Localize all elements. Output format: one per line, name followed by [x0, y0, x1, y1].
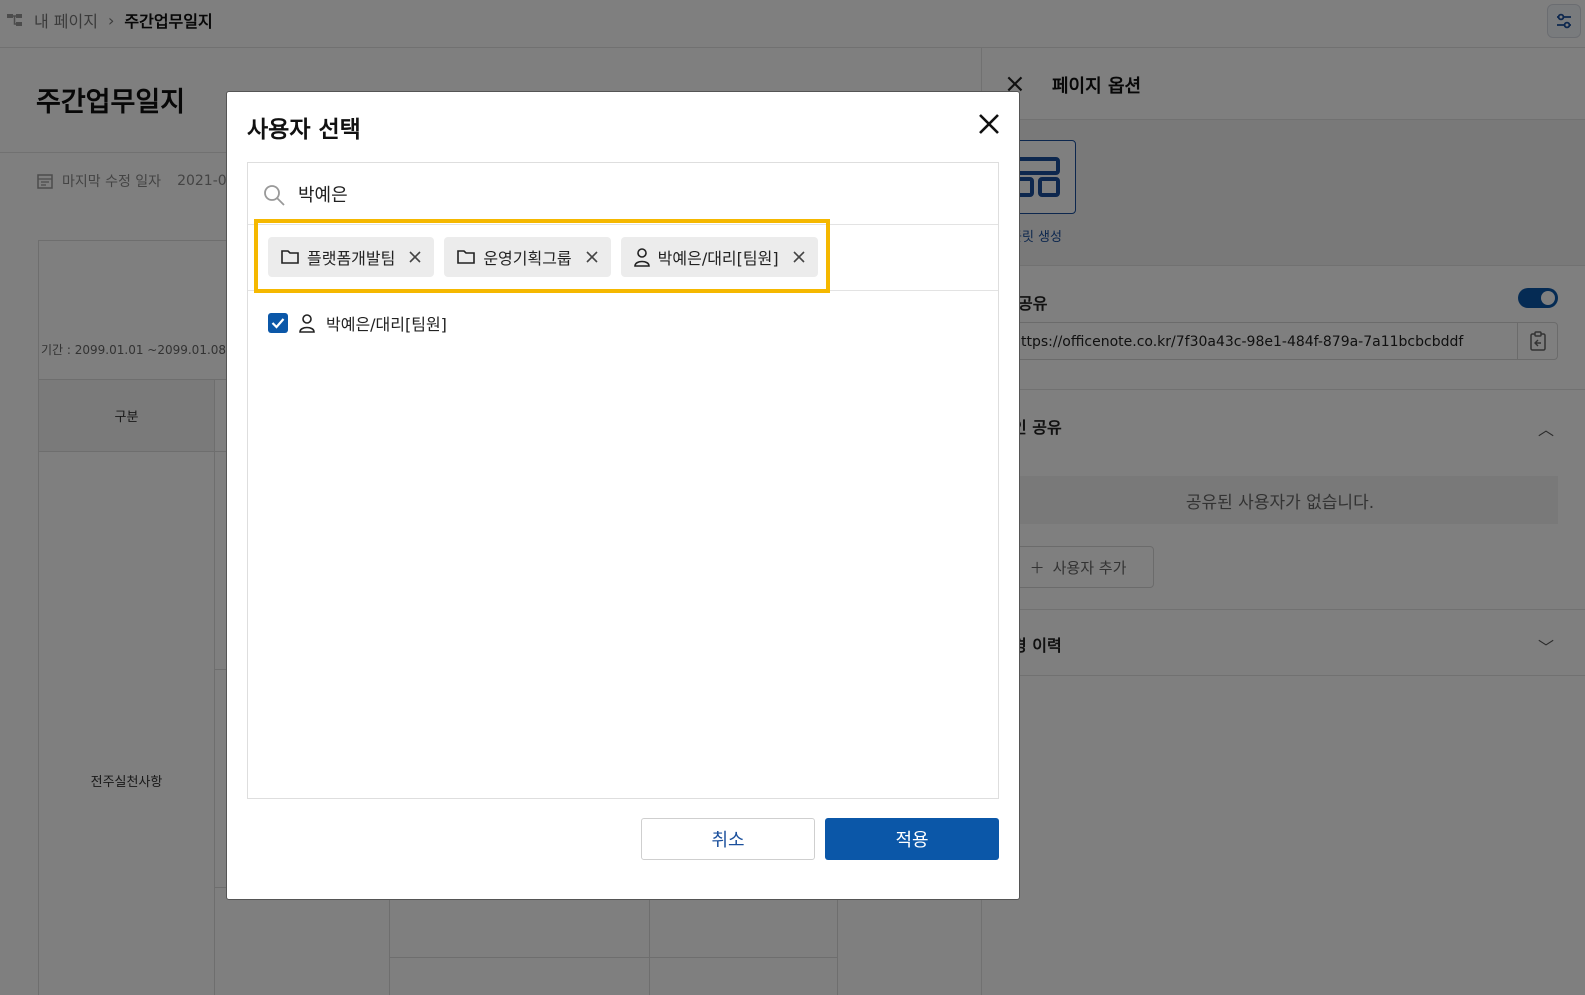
chip-label: 박예은/대리[팀원]	[657, 249, 779, 268]
chip-folder: 플랫폼개발팀	[268, 237, 435, 277]
remove-chip-icon[interactable]	[792, 250, 806, 264]
search-icon	[264, 185, 285, 206]
result-label: 박예은/대리[팀원]	[326, 315, 447, 334]
selected-chips-row: 플랫폼개발팀 운영기획그룹 박예은/대리[팀원]	[248, 219, 998, 293]
selected-chips: 플랫폼개발팀 운영기획그룹 박예은/대리[팀원]	[268, 237, 818, 277]
folder-icon	[457, 250, 476, 264]
chip-label: 운영기획그룹	[483, 249, 572, 268]
chip-person: 박예은/대리[팀원]	[620, 237, 818, 277]
remove-chip-icon[interactable]	[585, 250, 599, 264]
close-icon[interactable]	[977, 112, 1001, 136]
remove-chip-icon[interactable]	[408, 250, 422, 264]
chip-folder: 운영기획그룹	[444, 237, 611, 277]
search-row	[248, 163, 998, 225]
chip-label: 플랫폼개발팀	[307, 249, 396, 268]
result-checkbox[interactable]	[268, 313, 288, 333]
person-icon	[633, 248, 650, 267]
dialog-body: 플랫폼개발팀 운영기획그룹	[247, 162, 999, 799]
checkmark-icon	[271, 318, 285, 329]
dialog-title: 사용자 선택	[247, 117, 361, 143]
folder-icon	[281, 250, 299, 264]
person-icon	[299, 314, 315, 333]
apply-button[interactable]: 적용	[825, 818, 999, 860]
list-item[interactable]: 박예은/대리[팀원]	[268, 311, 447, 335]
search-input[interactable]	[298, 179, 978, 209]
dialog-footer: 취소 적용	[227, 818, 1021, 862]
cancel-button[interactable]: 취소	[641, 818, 815, 860]
user-select-dialog: 사용자 선택 플랫폼개발팀	[226, 91, 1020, 900]
